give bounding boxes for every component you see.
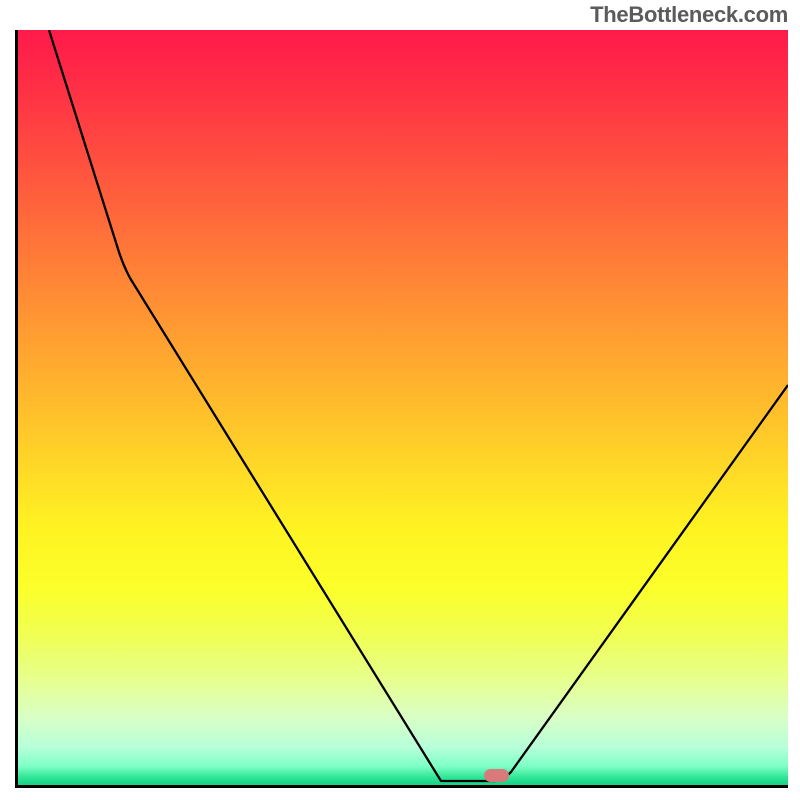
chart-plot-area — [15, 30, 788, 788]
watermark-text: TheBottleneck.com — [590, 2, 788, 28]
optimum-marker — [484, 769, 509, 782]
bottleneck-curve — [18, 30, 788, 785]
